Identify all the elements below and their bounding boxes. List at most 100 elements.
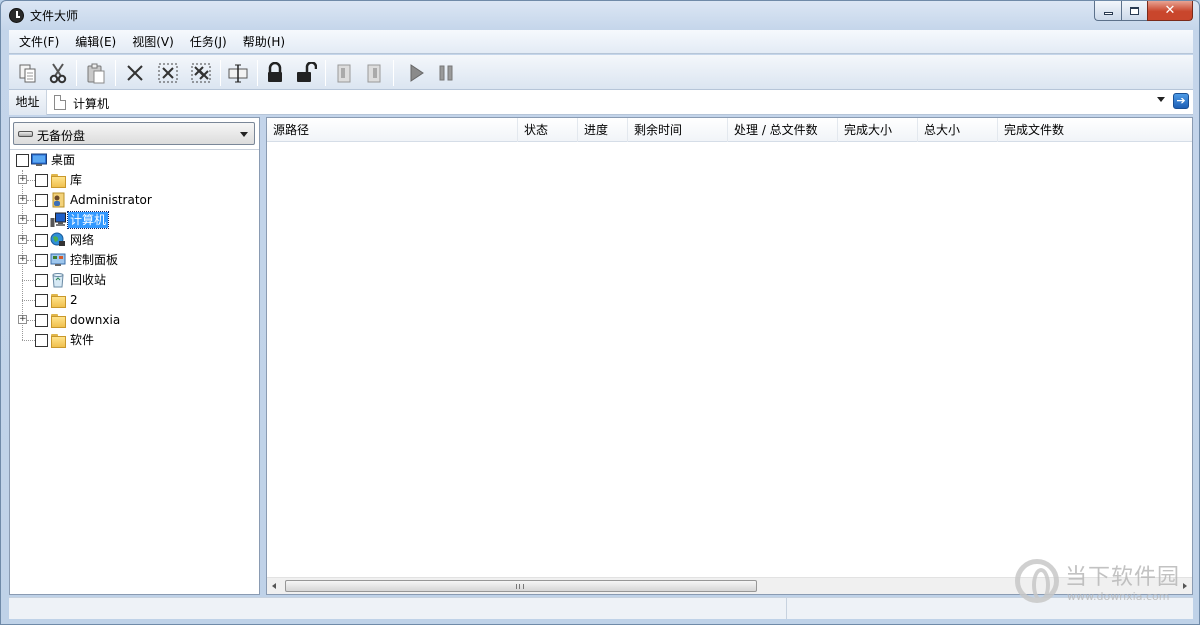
tree-node-recycle-bin[interactable]: 回收站 (10, 271, 259, 289)
expand-plus-icon[interactable]: + (18, 195, 27, 204)
menu-help[interactable]: 帮助(H) (235, 31, 293, 53)
expand-plus-icon[interactable]: + (18, 315, 27, 324)
task-list-pane: 源路径 状态 进度 剩余时间 处理 / 总文件数 完成大小 总大小 完成文件数 (266, 117, 1193, 595)
tree-node-folder-2[interactable]: 2 (10, 291, 259, 309)
column-header-status[interactable]: 状态 (518, 118, 578, 142)
tree-node-software[interactable]: 软件 (10, 331, 259, 349)
column-header-completed-files[interactable]: 完成文件数 (998, 118, 1192, 142)
backup-drive-value: 无备份盘 (37, 129, 86, 143)
tree-checkbox[interactable] (35, 254, 48, 267)
delete-selection-button[interactable] (155, 60, 181, 86)
tree-node-downxia[interactable]: + downxia (10, 311, 259, 329)
minimize-button[interactable] (1094, 1, 1121, 21)
toolbar (9, 55, 1193, 90)
address-field[interactable]: 计算机 (51, 92, 1169, 113)
title-bar[interactable]: 文件大师 ✕ (1, 1, 1199, 29)
tree-node-label: Administrator (70, 193, 152, 207)
tree-checkbox[interactable] (35, 294, 48, 307)
tree-node-label: 回收站 (70, 273, 107, 287)
scroll-left-icon[interactable] (272, 583, 276, 589)
expand-plus-icon[interactable]: + (18, 175, 27, 184)
tree-checkbox[interactable] (35, 334, 48, 347)
menu-view[interactable]: 视图(V) (124, 31, 182, 53)
expand-plus-icon[interactable]: + (18, 255, 27, 264)
toolbar-separator (220, 60, 221, 86)
task-list-header: 源路径 状态 进度 剩余时间 处理 / 总文件数 完成大小 总大小 完成文件数 (267, 118, 1192, 142)
watermark-logo-icon (1015, 559, 1059, 603)
delete-button[interactable] (122, 60, 148, 86)
tree-guide-line (27, 240, 35, 241)
tree-checkbox[interactable] (35, 194, 48, 207)
lock-icon (268, 62, 282, 82)
pause-task-button[interactable] (433, 60, 459, 86)
unlock-button[interactable] (293, 60, 319, 86)
go-button[interactable]: ➔ (1173, 93, 1189, 109)
start-task-button[interactable] (403, 60, 429, 86)
copy-icon (19, 64, 36, 83)
hide-file-button[interactable] (331, 60, 357, 86)
tree-checkbox[interactable] (35, 214, 48, 227)
scrollbar-thumb[interactable] (285, 580, 757, 592)
address-bar: 地址 计算机 ➔ (9, 90, 1193, 115)
paste-button[interactable] (83, 60, 109, 86)
tree-node-label: 网络 (70, 233, 95, 247)
show-file-button[interactable] (361, 60, 387, 86)
toolbar-separator (325, 60, 326, 86)
tree-node-desktop[interactable]: 桌面 (10, 151, 259, 169)
toolbar-separator (115, 60, 116, 86)
tree-checkbox[interactable] (35, 274, 48, 287)
delete-x-icon (127, 65, 143, 81)
tree-guide-line (27, 260, 35, 261)
delete-selection-icon (158, 63, 178, 83)
window-title: 文件大师 (30, 9, 79, 23)
clock-app-icon[interactable] (9, 8, 24, 23)
toolbar-separator (76, 60, 77, 86)
tree-node-library[interactable]: + 库 (10, 171, 259, 189)
menu-file[interactable]: 文件(F) (11, 31, 67, 53)
watermark-url: www.downxia.com (1067, 590, 1170, 603)
toolbar-separator (393, 60, 394, 86)
lock-button[interactable] (262, 60, 288, 86)
tree-node-label: 桌面 (51, 153, 76, 167)
rename-button[interactable] (225, 60, 251, 86)
close-button[interactable]: ✕ (1147, 1, 1193, 21)
tree-checkbox[interactable] (35, 234, 48, 247)
column-header-remaining-time[interactable]: 剩余时间 (628, 118, 728, 142)
column-header-progress[interactable]: 进度 (578, 118, 628, 142)
tree-node-control-panel[interactable]: + 控制面板 (10, 251, 259, 269)
paste-icon (87, 63, 105, 84)
address-dropdown-icon[interactable] (1157, 97, 1165, 102)
tree-node-network[interactable]: + 网络 (10, 231, 259, 249)
watermark: 当下软件园 www.downxia.com (1013, 557, 1189, 607)
tree-checkbox[interactable] (35, 314, 48, 327)
column-header-source-path[interactable]: 源路径 (267, 118, 518, 142)
delete-all-icon (191, 63, 211, 83)
task-list-body[interactable] (267, 142, 1192, 578)
backup-drive-select[interactable]: 无备份盘 (13, 122, 255, 145)
window-controls: ✕ (1094, 1, 1193, 21)
maximize-button[interactable] (1121, 1, 1147, 21)
expand-plus-icon[interactable]: + (18, 215, 27, 224)
tree-checkbox[interactable] (16, 154, 29, 167)
scissors-icon (49, 63, 67, 84)
folder-icon (50, 332, 66, 348)
copy-button[interactable] (15, 60, 41, 86)
network-icon (50, 232, 66, 248)
tree-node-label: 软件 (70, 333, 95, 347)
tree-node-computer[interactable]: + 计算机 (10, 211, 259, 229)
column-header-completed-size[interactable]: 完成大小 (838, 118, 918, 142)
tree-checkbox[interactable] (35, 174, 48, 187)
folder-tree: 桌面 + 库 + Administrator + 计算机 + 网络 + 控制面板… (10, 149, 259, 593)
cut-button[interactable] (45, 60, 71, 86)
tree-guide-line (22, 300, 35, 301)
delete-all-button[interactable] (188, 60, 214, 86)
column-header-total-size[interactable]: 总大小 (918, 118, 998, 142)
address-value: 计算机 (73, 97, 110, 111)
menu-task[interactable]: 任务(J) (182, 31, 235, 53)
column-header-processed-total-files[interactable]: 处理 / 总文件数 (728, 118, 838, 142)
menu-edit[interactable]: 编辑(E) (67, 31, 124, 53)
menu-bar: 文件(F) 编辑(E) 视图(V) 任务(J) 帮助(H) (9, 30, 1193, 54)
tree-node-administrator[interactable]: + Administrator (10, 191, 259, 209)
expand-plus-icon[interactable]: + (18, 235, 27, 244)
document-icon (54, 95, 66, 110)
